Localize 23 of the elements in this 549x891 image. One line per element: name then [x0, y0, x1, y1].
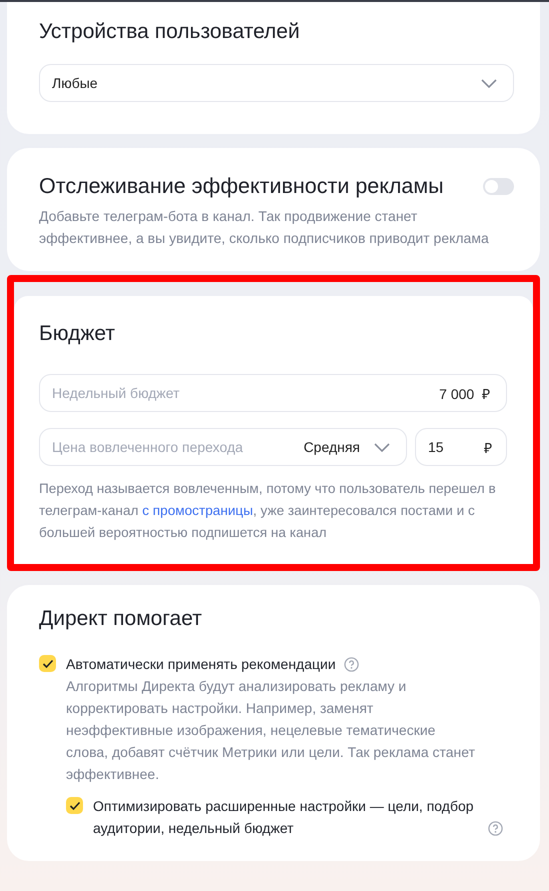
checkmark-icon [68, 800, 80, 810]
option-description: Алгоритмы Директа будут анализировать рекламу и корректировать настройки. Например, заменят неэффективные изображения, нецелевые тематические слова, добавят счётчик Метрики или цели. Так реклама станет эффективнее. [66, 677, 476, 784]
section-title: Устройства пользователей [39, 20, 301, 44]
option-label: Автоматически применять рекомендации [66, 655, 336, 674]
help-icon[interactable] [488, 821, 503, 836]
price-select[interactable]: Цена вовлеченного перехода Средняя [39, 428, 407, 466]
section-title: Бюджет [39, 322, 116, 346]
section-title: Отслеживание эффективности рекламы [39, 174, 444, 199]
chevron-down-icon [374, 442, 390, 452]
option-label: Оптимизировать расширенные настройки — цели, подбор аудитории, недельный бюджет [93, 797, 475, 838]
help-icon[interactable] [344, 657, 359, 672]
checkbox[interactable] [66, 797, 83, 814]
chevron-down-icon [481, 78, 497, 88]
checkbox[interactable] [39, 655, 56, 672]
section-description: Добавьте телеграм-бота в канал. Так продвижение станет эффективнее, а вы увидите, сколько подписчиков приводит реклама [39, 207, 490, 248]
price-field[interactable]: 15 ₽ [415, 428, 507, 466]
toggle-switch[interactable] [483, 178, 514, 195]
devices-select[interactable]: Любые [39, 64, 514, 102]
budget-note: Переход называется вовлеченным, потому что пользователь перешел в телеграм-канал с промостраницы, уже заинтересовался постами и с большей вероятностью подпишется на канал [39, 480, 497, 542]
section-title: Директ помогает [39, 607, 203, 631]
promo-page-link[interactable]: с промостраницы [142, 503, 253, 518]
checkmark-icon [42, 658, 54, 668]
weekly-budget-field[interactable]: Недельный бюджет 7 000 ₽ [39, 374, 507, 412]
